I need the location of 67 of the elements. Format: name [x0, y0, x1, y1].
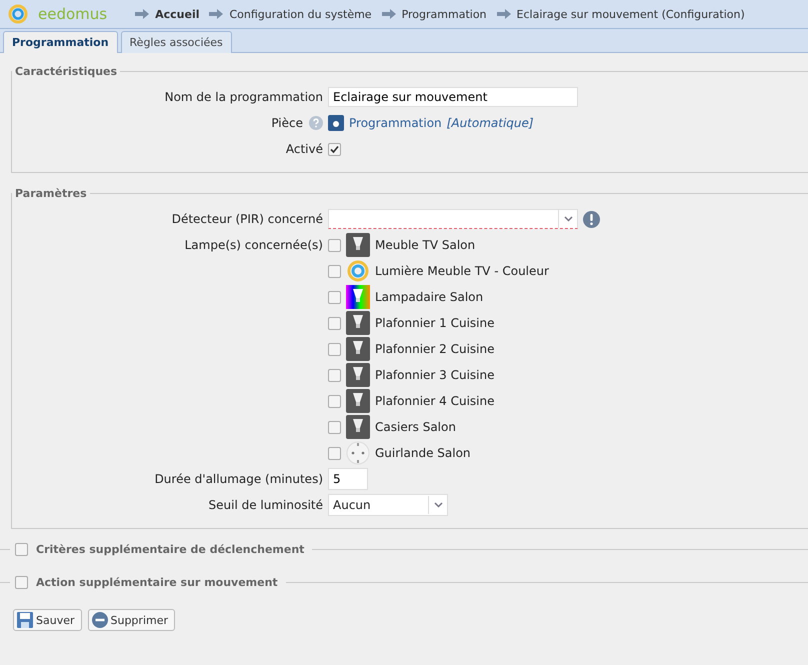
bulb-icon [346, 285, 370, 309]
detector-select[interactable] [328, 209, 578, 229]
chevron-down-icon [434, 502, 442, 508]
lamp-name: Guirlande Salon [375, 446, 471, 460]
bulb-icon [346, 233, 370, 257]
lamp-checkbox[interactable] [328, 394, 341, 408]
chevron-down-icon [564, 216, 572, 222]
delete-button[interactable]: Supprimer [88, 609, 176, 631]
arrow-icon [382, 9, 396, 19]
field-label: Nom de la programmation [164, 90, 323, 104]
section-checkbox[interactable] [15, 543, 28, 556]
room-icon [328, 115, 344, 131]
lamp-checkbox[interactable] [328, 264, 341, 278]
section-legend: Paramètres [12, 187, 90, 200]
lamp-name: Casiers Salon [375, 420, 456, 434]
field-label: Activé [284, 142, 323, 156]
lamp-name: Plafonnier 3 Cuisine [375, 368, 495, 382]
field-label: Pièce [271, 116, 303, 130]
section-legend: Caractéristiques [12, 65, 120, 78]
lamp-checkbox[interactable] [328, 342, 341, 356]
lamp-checkbox[interactable] [328, 446, 341, 460]
active-checkbox[interactable] [328, 142, 341, 156]
lamp-checkbox[interactable] [328, 290, 341, 304]
lamp-name: Plafonnier 2 Cuisine [375, 342, 495, 356]
room-link[interactable]: Programmation [349, 116, 442, 130]
lamp-name: Lumière Meuble TV - Couleur [375, 264, 549, 278]
plug-icon [346, 441, 370, 465]
logo-icon [8, 4, 28, 24]
breadcrumb-link[interactable]: Programmation [402, 8, 487, 20]
bulb-icon [346, 363, 370, 387]
lamp-checkbox[interactable] [328, 238, 341, 252]
minus-circle-icon [92, 612, 108, 628]
section-legend: Critères supplémentaire de déclenchement [33, 543, 308, 556]
tab[interactable]: Règles associées [120, 31, 232, 53]
lamp-checkbox[interactable] [328, 420, 341, 434]
field-label: Seuil de luminosité [208, 498, 323, 512]
help-icon[interactable] [309, 116, 323, 130]
logo-text: eedomus [38, 5, 108, 23]
field-label: Durée d'allumage (minutes) [154, 472, 323, 486]
bulb-icon [346, 337, 370, 361]
breadcrumb-link[interactable]: Configuration du système [229, 8, 372, 20]
breadcrumb-link[interactable]: Accueil [155, 8, 200, 20]
save-button[interactable]: Sauver [13, 609, 82, 631]
section-checkbox[interactable] [15, 576, 28, 589]
name-input[interactable]: Eclairage sur mouvement [328, 87, 578, 107]
breadcrumb-link[interactable]: Eclairage sur mouvement (Configuration) [516, 8, 745, 20]
bulb-icon [346, 311, 370, 335]
field-label: Lampe(s) concernée(s) [184, 238, 323, 252]
bulb-icon [346, 389, 370, 413]
lamp-name: Meuble TV Salon [375, 238, 476, 252]
arrow-icon [135, 9, 150, 19]
field-label: Détecteur (PIR) concerné [170, 212, 323, 226]
duration-input[interactable]: 5 [328, 468, 368, 490]
section-legend: Action supplémentaire sur mouvement [33, 576, 281, 589]
threshold-select[interactable]: Aucun [328, 494, 448, 516]
lamp-checkbox[interactable] [328, 368, 341, 382]
warning-icon [583, 210, 600, 228]
bulb-icon [346, 415, 370, 439]
lamp-name: Lampadaire Salon [375, 290, 484, 304]
lamp-checkbox[interactable] [328, 316, 341, 330]
lamp-name: Plafonnier 1 Cuisine [375, 316, 495, 330]
room-note: [Automatique] [446, 116, 534, 130]
ring-icon [346, 259, 370, 283]
lamp-name: Plafonnier 4 Cuisine [375, 394, 495, 408]
tab[interactable]: Programmation [3, 31, 118, 53]
arrow-icon [209, 9, 224, 19]
arrow-icon [496, 9, 511, 19]
